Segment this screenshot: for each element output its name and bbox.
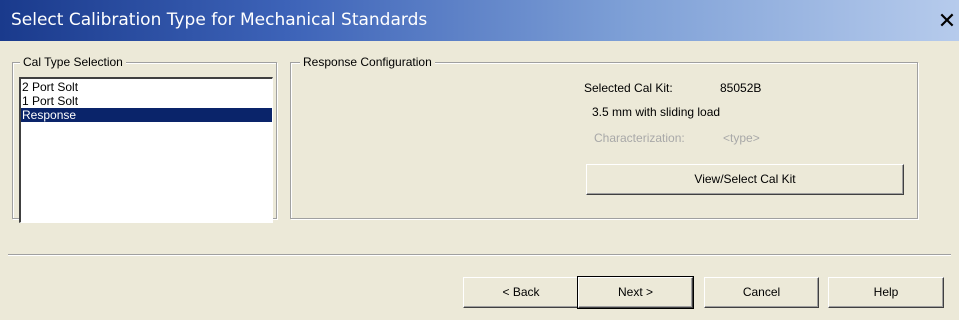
selected-cal-kit-value: 85052B	[720, 81, 762, 95]
response-configuration-label: Response Configuration	[300, 55, 435, 69]
cal-type-selection-group: Cal Type Selection 2 Port Solt 1 Port So…	[12, 55, 277, 223]
cal-type-selection-label: Cal Type Selection	[20, 55, 126, 69]
title-bar[interactable]: Select Calibration Type for Mechanical S…	[0, 0, 959, 41]
back-button[interactable]: < Back	[463, 277, 579, 308]
list-item-2-port-solt[interactable]: 2 Port Solt	[21, 80, 272, 94]
view-select-cal-kit-button[interactable]: View/Select Cal Kit	[586, 164, 904, 195]
next-button[interactable]: Next >	[577, 276, 694, 309]
characterization-value: <type>	[723, 131, 760, 145]
close-icon[interactable]: ✕	[936, 11, 958, 33]
cal-type-listbox[interactable]: 2 Port Solt 1 Port Solt Response	[19, 77, 273, 223]
response-configuration-group: Response Configuration Selected Cal Kit:…	[290, 55, 918, 219]
characterization-label: Characterization:	[594, 131, 685, 145]
selected-cal-kit-label: Selected Cal Kit:	[584, 81, 673, 95]
cancel-button[interactable]: Cancel	[704, 277, 819, 308]
help-button[interactable]: Help	[828, 277, 944, 308]
footer-separator	[8, 254, 951, 256]
list-item-1-port-solt[interactable]: 1 Port Solt	[21, 94, 272, 108]
dialog-title: Select Calibration Type for Mechanical S…	[11, 10, 428, 30]
list-item-response[interactable]: Response	[21, 108, 272, 122]
dialog-window: Select Calibration Type for Mechanical S…	[0, 0, 959, 320]
cal-kit-description: 3.5 mm with sliding load	[592, 105, 721, 119]
